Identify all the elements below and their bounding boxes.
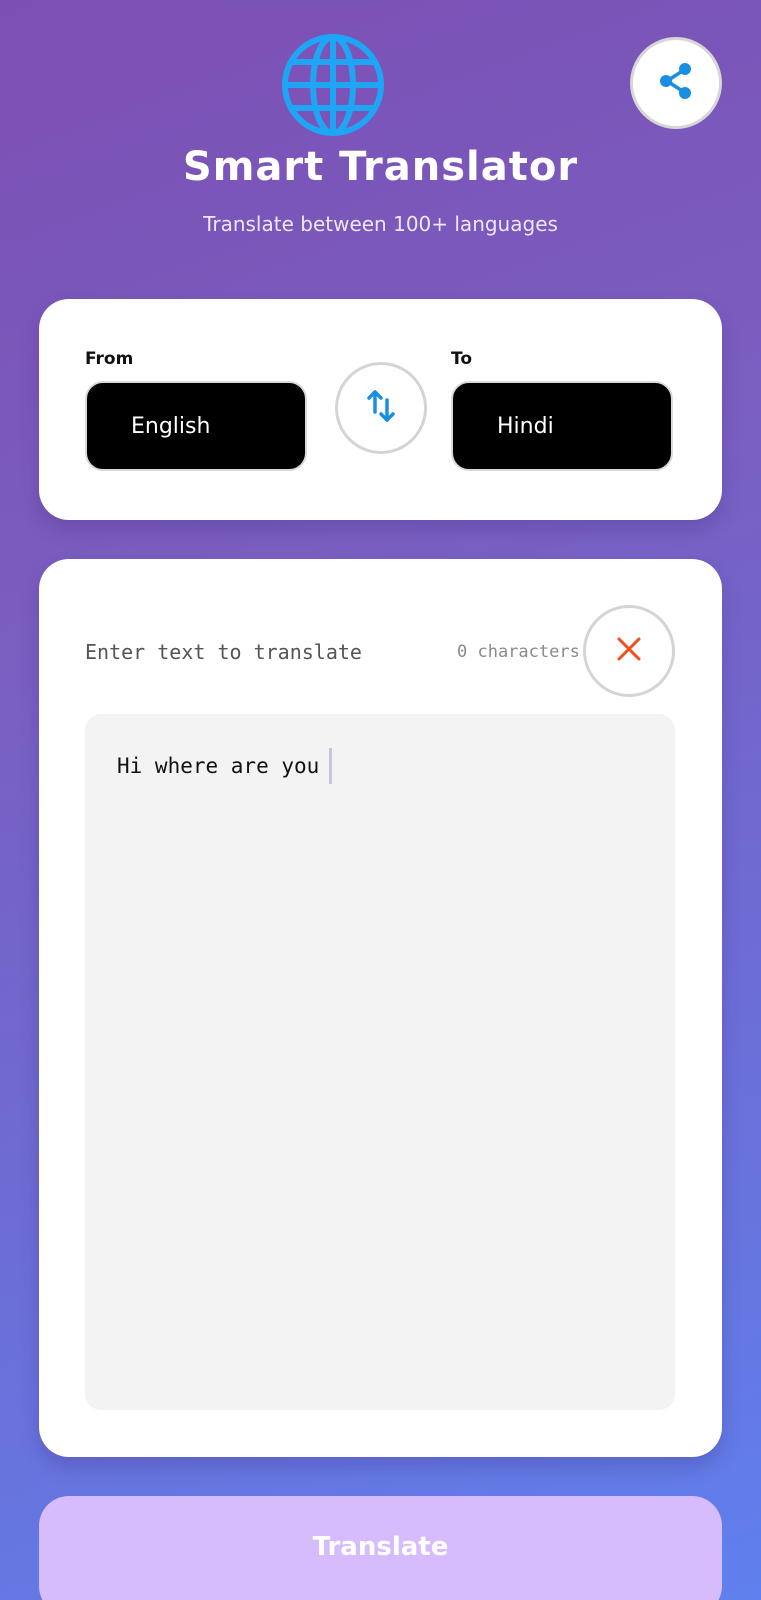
swap-vertical-icon: [365, 386, 397, 430]
globe-icon: [280, 32, 386, 138]
from-language-value: English: [131, 413, 211, 439]
character-count: 0 characters: [457, 642, 580, 662]
clear-text-button[interactable]: [583, 605, 675, 697]
input-card: Enter text to translate 0 characters Hi …: [39, 559, 722, 1457]
source-text-value: Hi where are you: [117, 754, 320, 778]
share-icon: [656, 61, 696, 105]
language-card: From English To Hindi: [39, 299, 722, 520]
to-label: To: [451, 349, 473, 369]
translate-button[interactable]: Translate: [39, 1496, 722, 1600]
to-language-value: Hindi: [497, 413, 554, 439]
swap-languages-button[interactable]: [335, 362, 427, 454]
to-language-select[interactable]: Hindi: [451, 381, 673, 471]
page-title: Smart Translator: [182, 144, 579, 190]
source-text-input[interactable]: Hi where are you: [85, 714, 675, 1410]
share-button[interactable]: [630, 37, 722, 129]
input-label: Enter text to translate: [85, 640, 362, 664]
text-caret: [329, 748, 333, 784]
from-label: From: [85, 349, 134, 369]
from-language-select[interactable]: English: [85, 381, 307, 471]
page-subtitle: Translate between 100+ languages: [203, 212, 558, 236]
close-icon: [615, 635, 643, 667]
